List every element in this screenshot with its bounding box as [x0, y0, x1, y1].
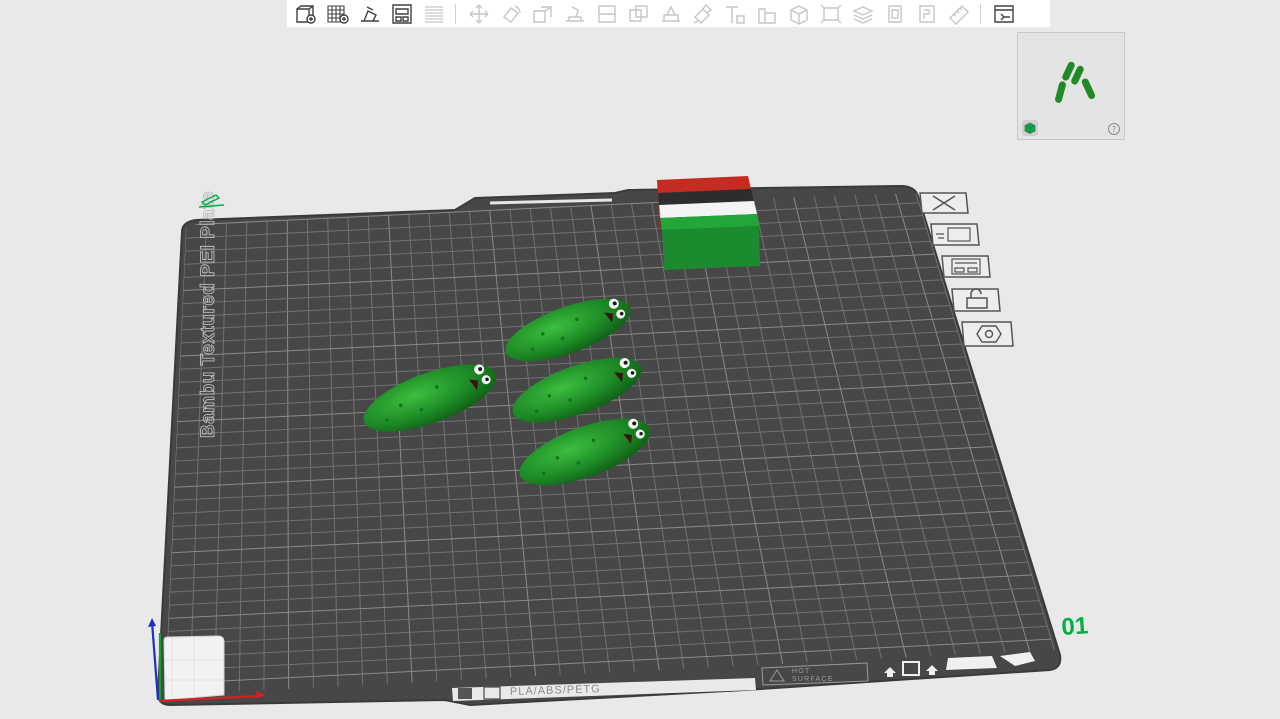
- surface-label: SURFACE: [792, 676, 833, 683]
- lock-plate-button[interactable]: [951, 288, 1001, 312]
- close-plate-button[interactable]: [919, 192, 969, 214]
- 3d-viewport[interactable]: Bambu Textured PEI Plate 01 PLA/ABS/PETG…: [0, 0, 1280, 719]
- plate-number: 01: [1061, 612, 1090, 641]
- plate-settings-button[interactable]: [961, 321, 1014, 347]
- plate-tab-left: [946, 656, 997, 670]
- place-on-plate-button[interactable]: [930, 223, 980, 246]
- purge-tower[interactable]: [657, 176, 760, 270]
- hot-label: HOT: [792, 668, 810, 675]
- plate-label: Bambu Textured PEI Plate: [198, 191, 219, 438]
- arrange-plate-button[interactable]: [941, 255, 991, 278]
- axis-z-line: [150, 621, 160, 701]
